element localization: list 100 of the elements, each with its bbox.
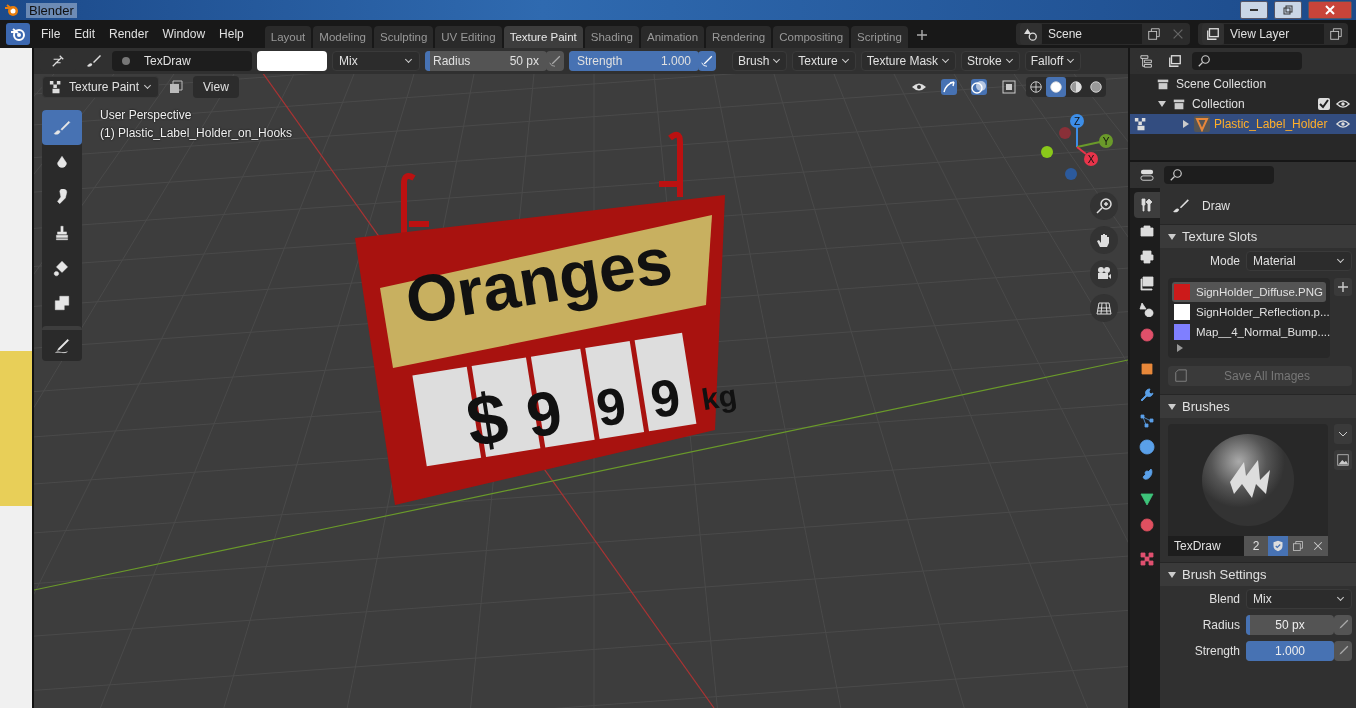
duplicate-icon <box>1292 540 1304 552</box>
search-field[interactable] <box>1164 166 1274 184</box>
menu-item[interactable]: Help <box>212 27 251 41</box>
eye-icon[interactable] <box>1336 117 1350 131</box>
restore-icon <box>1283 5 1293 15</box>
brush-name-field[interactable]: TexDraw <box>1168 536 1244 556</box>
menu-item[interactable]: Window <box>155 27 213 41</box>
view-layer-name-field[interactable]: View Layer <box>1224 24 1324 44</box>
tool-name: Draw <box>1202 199 1230 213</box>
overlay-circles-icon[interactable] <box>971 79 987 95</box>
expand-arrow-icon[interactable] <box>1176 344 1184 352</box>
axis-handle[interactable]: Z <box>1070 114 1084 148</box>
square-icon <box>1139 361 1155 377</box>
workspace-tab[interactable]: Layout <box>264 26 312 48</box>
checker-icon <box>1139 551 1155 567</box>
camera-view-button[interactable] <box>1090 260 1118 288</box>
triangle-mesh-icon <box>1194 116 1210 132</box>
restore-button[interactable] <box>1274 1 1302 19</box>
duplicate-icon[interactable] <box>1329 27 1343 41</box>
add-slot-button[interactable] <box>1334 278 1352 296</box>
workspace-tab[interactable]: Compositing <box>773 26 850 48</box>
minimize-icon <box>1250 9 1258 11</box>
exclude-checkbox[interactable] <box>1318 98 1330 110</box>
axis-handle[interactable]: X <box>1076 146 1098 166</box>
unlink-button[interactable] <box>1308 536 1328 556</box>
checker-brush-icon <box>1134 117 1148 131</box>
ortho-toggle-button[interactable] <box>1090 294 1118 322</box>
header-menu[interactable]: View <box>193 76 239 98</box>
panel-header[interactable]: Brush Settings <box>1160 562 1356 586</box>
image-save-icon <box>1174 369 1188 383</box>
duplicate-icon[interactable] <box>1147 27 1161 41</box>
brush-name-field[interactable]: TexDraw <box>112 51 252 71</box>
gizmo-arrows-icon[interactable] <box>941 79 957 95</box>
strength-slider[interactable]: 1.000 <box>1246 641 1334 661</box>
workspace-tab[interactable]: Modeling <box>313 26 372 48</box>
workspace-tab[interactable]: Scripting <box>851 26 908 48</box>
close-button[interactable] <box>1308 1 1352 19</box>
pressure-pen-icon[interactable] <box>698 51 716 71</box>
popover-menu[interactable]: Stroke <box>961 51 1020 71</box>
duplicate-button[interactable] <box>1288 536 1308 556</box>
expand-arrow-icon[interactable] <box>1158 100 1166 108</box>
expand-arrow-icon[interactable] <box>1182 120 1190 128</box>
workspace-tab[interactable]: Sculpting <box>373 26 434 48</box>
workspace-tab[interactable]: Shading <box>584 26 639 48</box>
search-field[interactable] <box>1192 52 1302 70</box>
popover-menu[interactable]: Texture Mask <box>860 51 957 71</box>
panel-header[interactable]: Brushes <box>1160 394 1356 418</box>
texture-slot[interactable]: SignHolder_Diffuse.PNG <box>1172 282 1326 302</box>
radius-slider[interactable]: 50 px <box>1246 615 1334 635</box>
field-label: Strength <box>1193 644 1240 658</box>
popover-menu[interactable]: Texture <box>792 51 856 71</box>
price-digit: $ <box>461 376 514 462</box>
mode-dropdown[interactable]: Material <box>1246 251 1352 271</box>
menu-item[interactable]: File <box>34 27 68 41</box>
pressure-pen-icon[interactable] <box>546 51 564 71</box>
radius-slider[interactable]: Radius 50 px <box>425 51 547 71</box>
blender-menu-button[interactable] <box>6 23 30 45</box>
workspace-tab[interactable]: Animation <box>640 26 705 48</box>
menu-item[interactable]: Edit <box>67 27 103 41</box>
strength-slider[interactable]: Strength 1.000 <box>569 51 699 71</box>
box-icon <box>1172 97 1186 111</box>
outliner-item[interactable]: Collection <box>1192 97 1245 111</box>
workspace-tab[interactable]: Rendering <box>706 26 772 48</box>
zoom-button[interactable] <box>1090 192 1118 220</box>
brush-icon <box>1172 197 1190 215</box>
color-swatch[interactable] <box>257 51 327 71</box>
workspace-tab[interactable]: Texture Paint <box>503 26 583 48</box>
blend-dropdown[interactable]: Mix <box>1246 589 1352 609</box>
mode-dropdown[interactable]: Texture Paint <box>42 76 160 98</box>
scene-name-field[interactable]: Scene <box>1042 24 1142 44</box>
axis-handle[interactable] <box>1041 146 1053 158</box>
view-layer-browse-button[interactable] <box>1202 23 1224 45</box>
minimize-button[interactable] <box>1240 1 1268 19</box>
printer-icon <box>1139 249 1155 265</box>
popover-menu[interactable]: Falloff <box>1024 51 1082 71</box>
scene-browse-button[interactable] <box>1020 23 1042 45</box>
panel-header[interactable]: Texture Slots <box>1160 224 1356 248</box>
axis-handle[interactable] <box>1059 127 1071 139</box>
blend-dropdown[interactable]: Mix <box>332 51 420 71</box>
menu-item[interactable]: Render <box>102 27 156 41</box>
screwdriver-wrench-icon <box>1139 197 1155 213</box>
image-stack-icon <box>1139 275 1155 291</box>
pressure-pen-icon[interactable] <box>1334 641 1352 661</box>
brush-dropdown[interactable] <box>1334 424 1352 444</box>
eye-icon[interactable] <box>1336 97 1350 111</box>
pan-button[interactable] <box>1090 226 1118 254</box>
workspace-tab[interactable]: UV Editing <box>435 26 502 48</box>
checkmark-icon <box>1319 99 1329 109</box>
shading-mode-button[interactable] <box>1046 77 1066 97</box>
image-button[interactable] <box>1334 450 1352 470</box>
fake-user-toggle[interactable] <box>1268 536 1288 556</box>
axis-handle[interactable] <box>1065 168 1077 180</box>
cube-outline-icon[interactable] <box>168 79 185 95</box>
pressure-pen-icon[interactable] <box>1334 615 1352 635</box>
popover-menu[interactable]: Brush <box>732 51 788 71</box>
close-icon[interactable] <box>1171 27 1185 41</box>
properties-tab[interactable] <box>1134 192 1160 218</box>
outliner-item[interactable]: Scene Collection <box>1176 77 1267 91</box>
axis-handle[interactable]: Y <box>1076 134 1113 148</box>
outliner-row[interactable]: Plastic_Label_Holder <box>1130 114 1356 134</box>
